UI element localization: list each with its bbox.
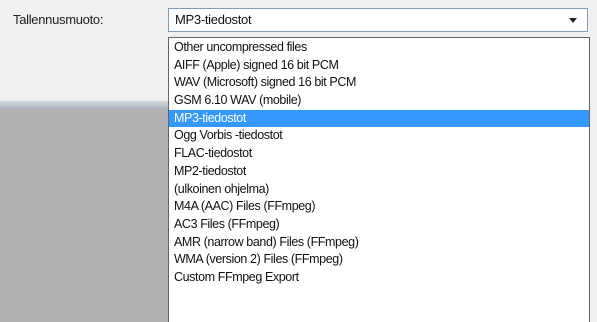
format-combobox[interactable]: MP3-tiedostot: [168, 8, 588, 32]
dropdown-option-selected[interactable]: MP3-tiedostot: [169, 109, 589, 128]
chevron-down-icon[interactable]: [569, 18, 577, 23]
dropdown-option[interactable]: WAV (Microsoft) signed 16 bit PCM: [169, 74, 589, 92]
lower-panel: [0, 110, 170, 322]
format-dropdown-list[interactable]: Other uncompressed files AIFF (Apple) si…: [168, 37, 590, 322]
dropdown-option[interactable]: (ulkoinen ohjelma): [169, 181, 589, 199]
dropdown-option[interactable]: Other uncompressed files: [169, 39, 589, 57]
dropdown-option[interactable]: Ogg Vorbis -tiedostot: [169, 127, 589, 145]
dropdown-option[interactable]: AIFF (Apple) signed 16 bit PCM: [169, 57, 589, 75]
dropdown-option[interactable]: MP2-tiedostot: [169, 163, 589, 181]
dropdown-option[interactable]: AC3 Files (FFmpeg): [169, 216, 589, 234]
dropdown-option[interactable]: Custom FFmpeg Export: [169, 269, 589, 287]
dropdown-option[interactable]: GSM 6.10 WAV (mobile): [169, 92, 589, 110]
dropdown-option[interactable]: FLAC-tiedostot: [169, 145, 589, 163]
format-label: Tallennusmuoto:: [13, 12, 104, 27]
dropdown-option[interactable]: AMR (narrow band) Files (FFmpeg): [169, 234, 589, 252]
dialog-edge: [590, 40, 597, 322]
dropdown-option[interactable]: M4A (AAC) Files (FFmpeg): [169, 198, 589, 216]
format-combobox-value: MP3-tiedostot: [175, 12, 252, 27]
dropdown-option[interactable]: WMA (version 2) Files (FFmpeg): [169, 251, 589, 269]
